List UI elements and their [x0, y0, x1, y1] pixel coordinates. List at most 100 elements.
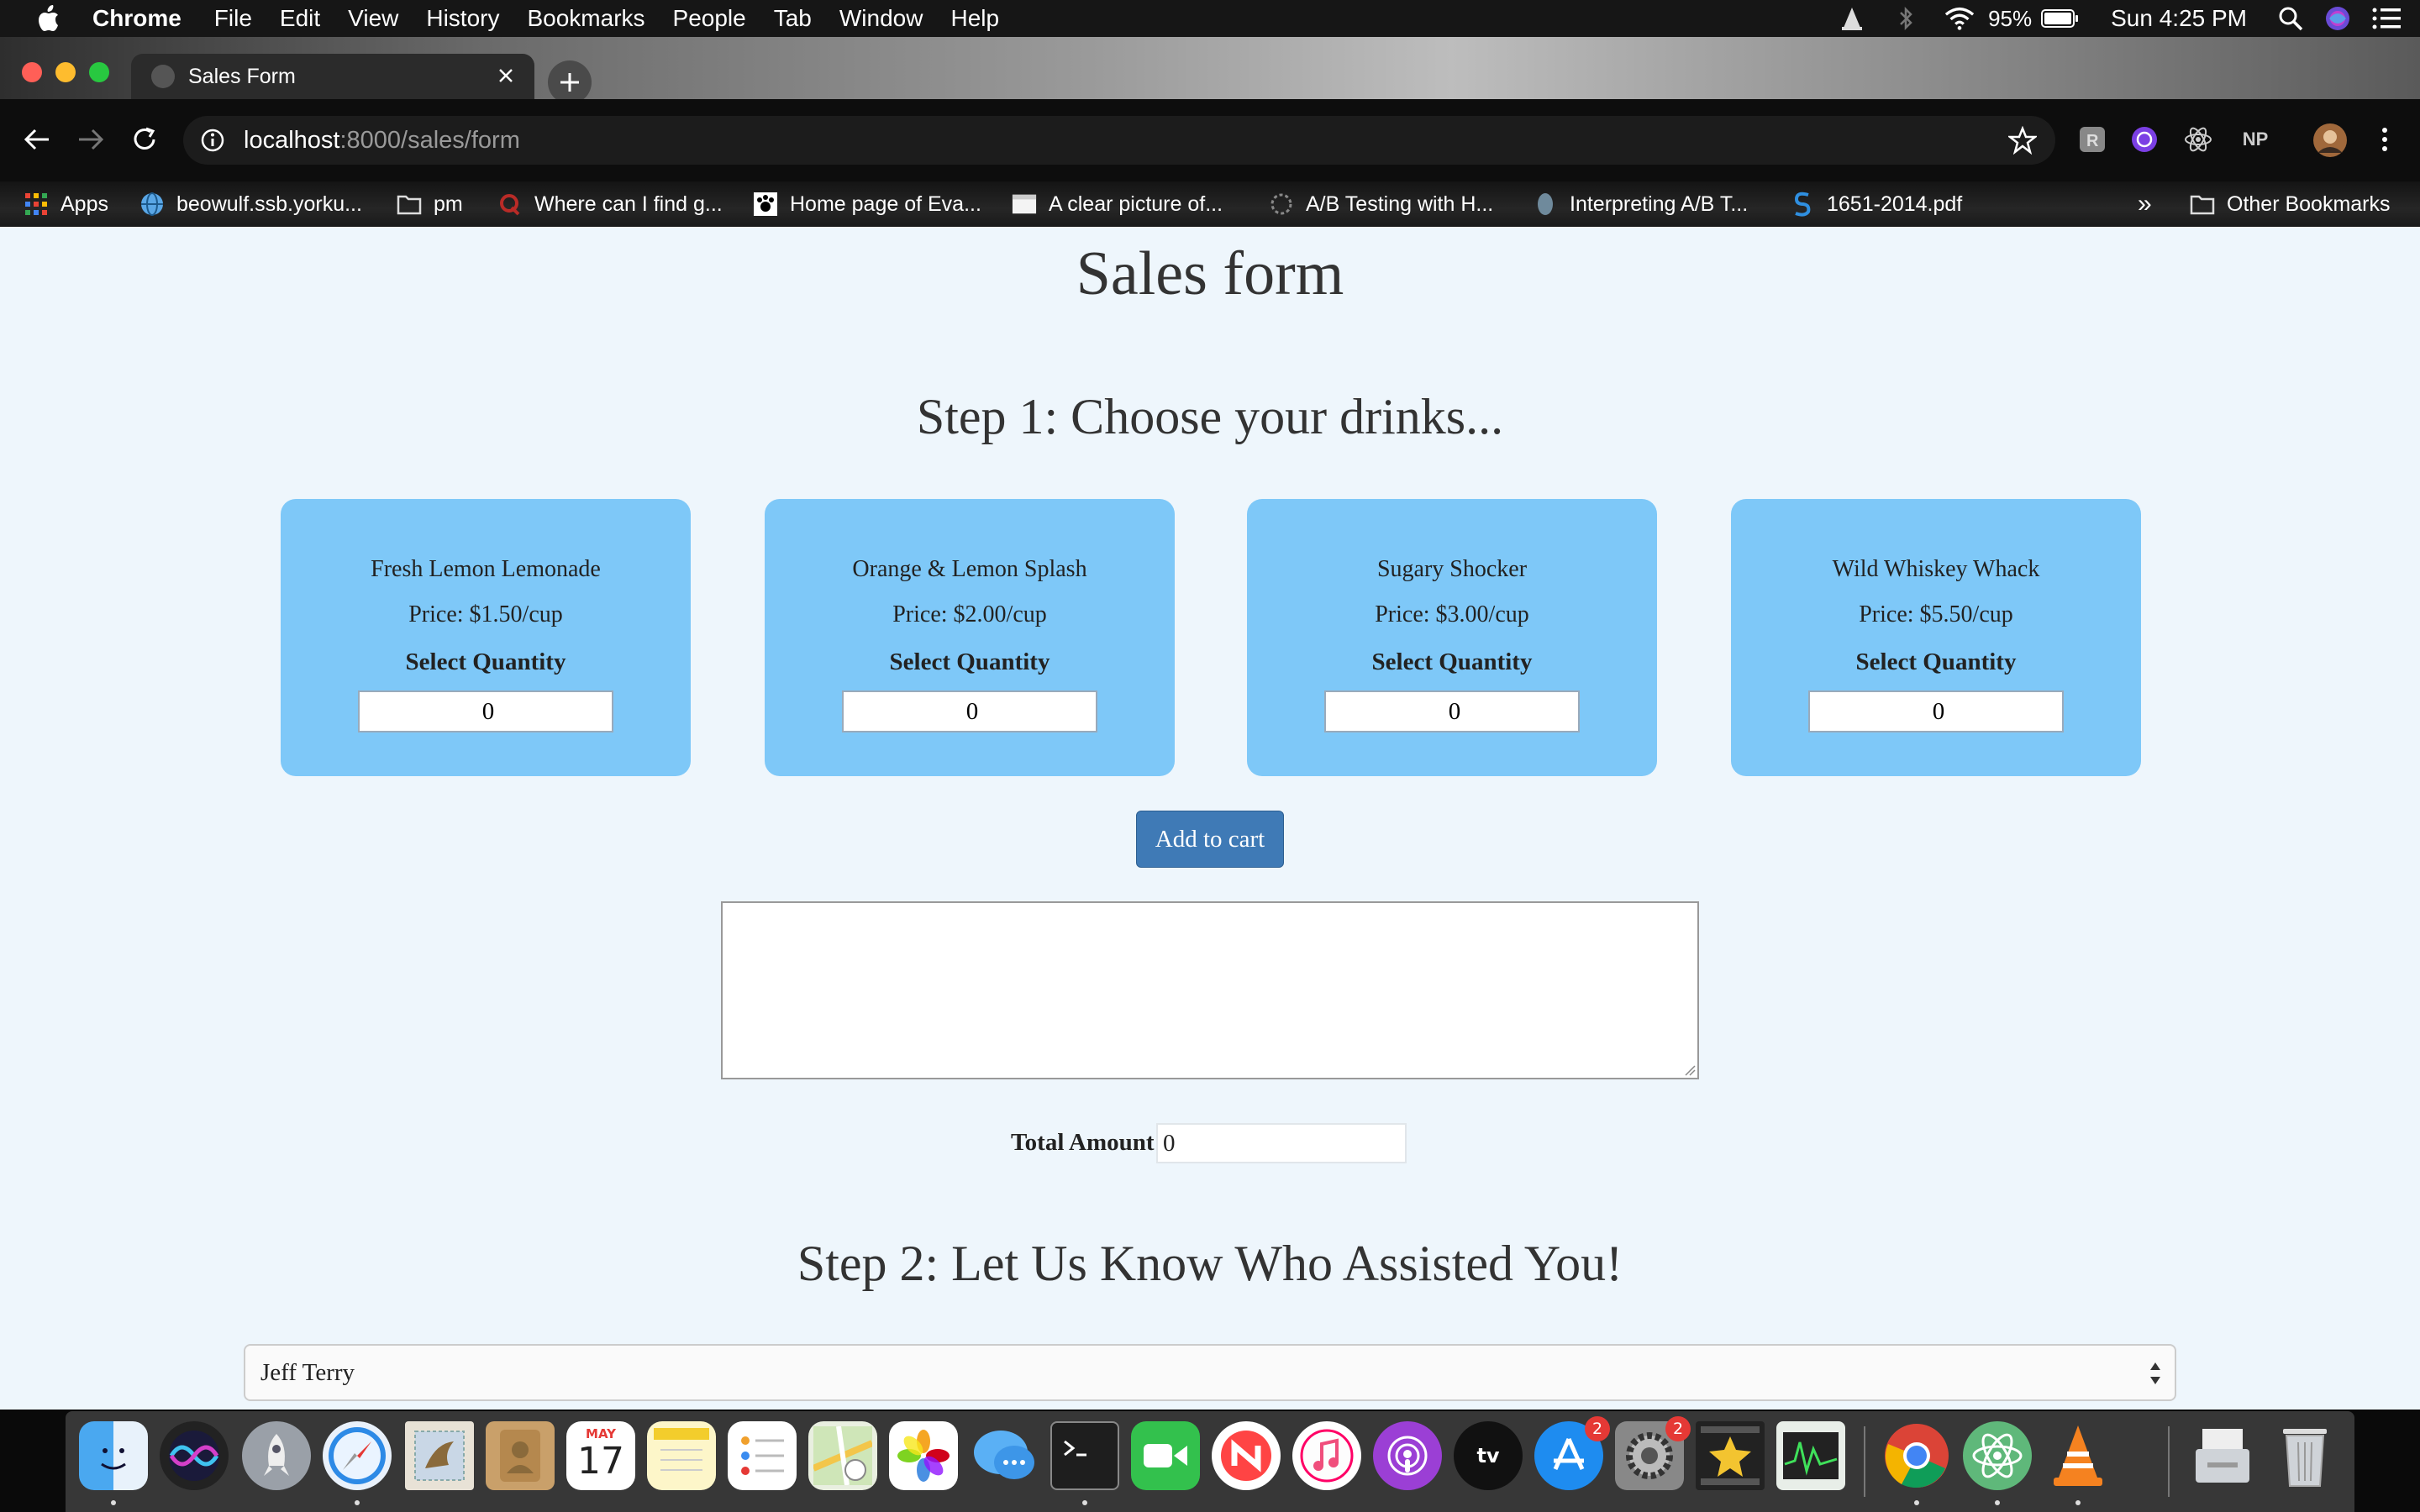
siri-menubar-icon[interactable] [2323, 3, 2353, 34]
assistant-select[interactable]: Jeff Terry [244, 1344, 2176, 1401]
forward-arrow-icon[interactable] [72, 121, 109, 158]
notification-center-icon[interactable] [2371, 3, 2402, 34]
profile-avatar[interactable] [2312, 123, 2348, 158]
battery-percent[interactable]: 95% [1988, 6, 2032, 32]
bookmark-apps[interactable]: Apps [24, 188, 108, 220]
siri-icon[interactable] [160, 1421, 229, 1490]
tab-sales-form[interactable]: Sales Form [131, 54, 534, 99]
globe-icon [139, 192, 165, 217]
window-zoom-button[interactable] [89, 62, 109, 82]
dock-separator [2168, 1426, 2170, 1497]
quantity-label: Select Quantity [1855, 648, 2017, 675]
imovie-icon[interactable] [1696, 1421, 1765, 1490]
app-store-icon[interactable]: 2 [1534, 1416, 1610, 1490]
address-bar[interactable]: localhost :8000/sales/form [183, 116, 2055, 165]
extension-reader-icon[interactable]: R [2077, 124, 2107, 155]
back-arrow-icon[interactable] [18, 121, 55, 158]
menu-history[interactable]: History [426, 5, 499, 32]
maps-icon[interactable] [808, 1421, 877, 1490]
menu-app-chrome[interactable]: Chrome [92, 5, 182, 32]
apps-grid-icon [24, 192, 49, 217]
chrome-menu-icon[interactable] [2370, 124, 2400, 155]
bookmark-beowulf[interactable]: beowulf.ssb.yorku... [139, 188, 362, 220]
launchpad-icon[interactable] [242, 1421, 311, 1490]
window-minimize-button[interactable] [55, 62, 76, 82]
podcasts-icon[interactable] [1373, 1421, 1442, 1490]
menu-help[interactable]: Help [950, 5, 999, 32]
tab-close-icon[interactable] [492, 62, 519, 89]
bookmark-label: Other Bookmarks [2227, 192, 2391, 216]
menu-file[interactable]: File [214, 5, 252, 32]
quantity-input[interactable]: 0 [358, 690, 613, 732]
system-preferences-icon[interactable]: 2 [1615, 1416, 1691, 1490]
menu-window[interactable]: Window [839, 5, 923, 32]
bookmark-ab-testing-with-h[interactable]: A/B Testing with H... [1269, 188, 1493, 220]
tv-icon[interactable]: tv [1454, 1421, 1523, 1490]
atom-icon[interactable] [1963, 1421, 2032, 1490]
wifi-icon[interactable] [1944, 3, 1975, 34]
quora-icon [497, 192, 523, 217]
running-indicator [2075, 1500, 2081, 1505]
facetime-icon[interactable] [1131, 1421, 1200, 1490]
quantity-input[interactable]: 0 [1324, 690, 1580, 732]
bookmarks-overflow-chevron[interactable]: » [2138, 188, 2152, 220]
extension-np-icon[interactable]: NP [2238, 124, 2272, 155]
contacts-icon[interactable] [486, 1421, 555, 1490]
extension-purple-icon[interactable] [2129, 124, 2160, 155]
activity-monitor-icon[interactable] [1776, 1421, 1845, 1490]
menu-bookmarks[interactable]: Bookmarks [527, 5, 644, 32]
cart-summary-textarea[interactable] [721, 901, 1699, 1079]
apple-menu-icon[interactable] [32, 2, 64, 35]
tab-favicon-icon [151, 65, 175, 88]
spotlight-search-icon[interactable] [2275, 3, 2306, 34]
calendar-icon[interactable]: MAY 17 [566, 1421, 635, 1490]
menubar-clock[interactable]: Sun 4:25 PM [2111, 5, 2247, 32]
documents-folder-icon[interactable] [2188, 1421, 2257, 1490]
mail-icon[interactable] [405, 1421, 474, 1490]
menu-tab[interactable]: Tab [774, 5, 812, 32]
music-icon[interactable] [1292, 1421, 1361, 1490]
tv-label: tv [1476, 1444, 1500, 1467]
menu-edit[interactable]: Edit [280, 5, 320, 32]
reload-icon[interactable] [126, 121, 163, 158]
site-info-icon[interactable] [200, 128, 225, 153]
resize-grip-icon[interactable] [1682, 1063, 1696, 1076]
drink-name: Orange & Lemon Splash [852, 556, 1087, 582]
vlc-status-icon[interactable] [1837, 3, 1867, 34]
finder-icon[interactable] [79, 1421, 148, 1490]
extension-react-devtools-icon[interactable] [2183, 124, 2213, 155]
photos-icon[interactable] [889, 1421, 958, 1490]
browser-tab-strip: Sales Form [0, 37, 2420, 104]
drink-name: Sugary Shocker [1376, 556, 1528, 582]
quantity-input[interactable]: 0 [1808, 690, 2064, 732]
news-icon[interactable] [1212, 1421, 1281, 1490]
bookmark-home-page-of-eva[interactable]: Home page of Eva... [753, 188, 981, 220]
drink-name: Fresh Lemon Lemonade [371, 556, 601, 582]
chrome-icon[interactable] [1882, 1421, 1951, 1490]
reminders-icon[interactable] [728, 1421, 797, 1490]
bookmark-a-clear-picture[interactable]: A clear picture of... [1012, 188, 1223, 220]
safari-icon[interactable] [323, 1421, 392, 1490]
vlc-icon[interactable] [2044, 1421, 2112, 1490]
quantity-input[interactable]: 0 [842, 690, 1097, 732]
bluetooth-icon[interactable] [1891, 3, 1921, 34]
quantity-label: Select Quantity [405, 648, 566, 675]
menu-view[interactable]: View [348, 5, 398, 32]
notes-icon[interactable] [647, 1421, 716, 1490]
bookmark-folder-pm[interactable]: pm [397, 188, 463, 220]
bookmark-star-icon[interactable] [2008, 126, 2037, 155]
page-title: Sales form [1076, 239, 1344, 308]
window-close-button[interactable] [22, 62, 42, 82]
messages-icon[interactable] [970, 1421, 1039, 1490]
bookmark-1651-2014-pdf[interactable]: 1651-2014.pdf [1790, 188, 1962, 220]
menu-people[interactable]: People [673, 5, 746, 32]
bookmark-interpreting-ab[interactable]: Interpreting A/B T... [1533, 188, 1748, 220]
trash-icon[interactable] [2270, 1421, 2339, 1490]
bookmark-where-can-i-find[interactable]: Where can I find g... [497, 188, 723, 220]
terminal-icon[interactable] [1050, 1421, 1119, 1490]
bookmark-other-bookmarks[interactable]: Other Bookmarks [2190, 188, 2391, 220]
total-amount-input[interactable]: 0 [1156, 1123, 1407, 1163]
add-to-cart-button[interactable]: Add to cart [1136, 811, 1284, 868]
battery-icon[interactable] [2040, 3, 2081, 34]
new-tab-button[interactable] [548, 60, 592, 104]
